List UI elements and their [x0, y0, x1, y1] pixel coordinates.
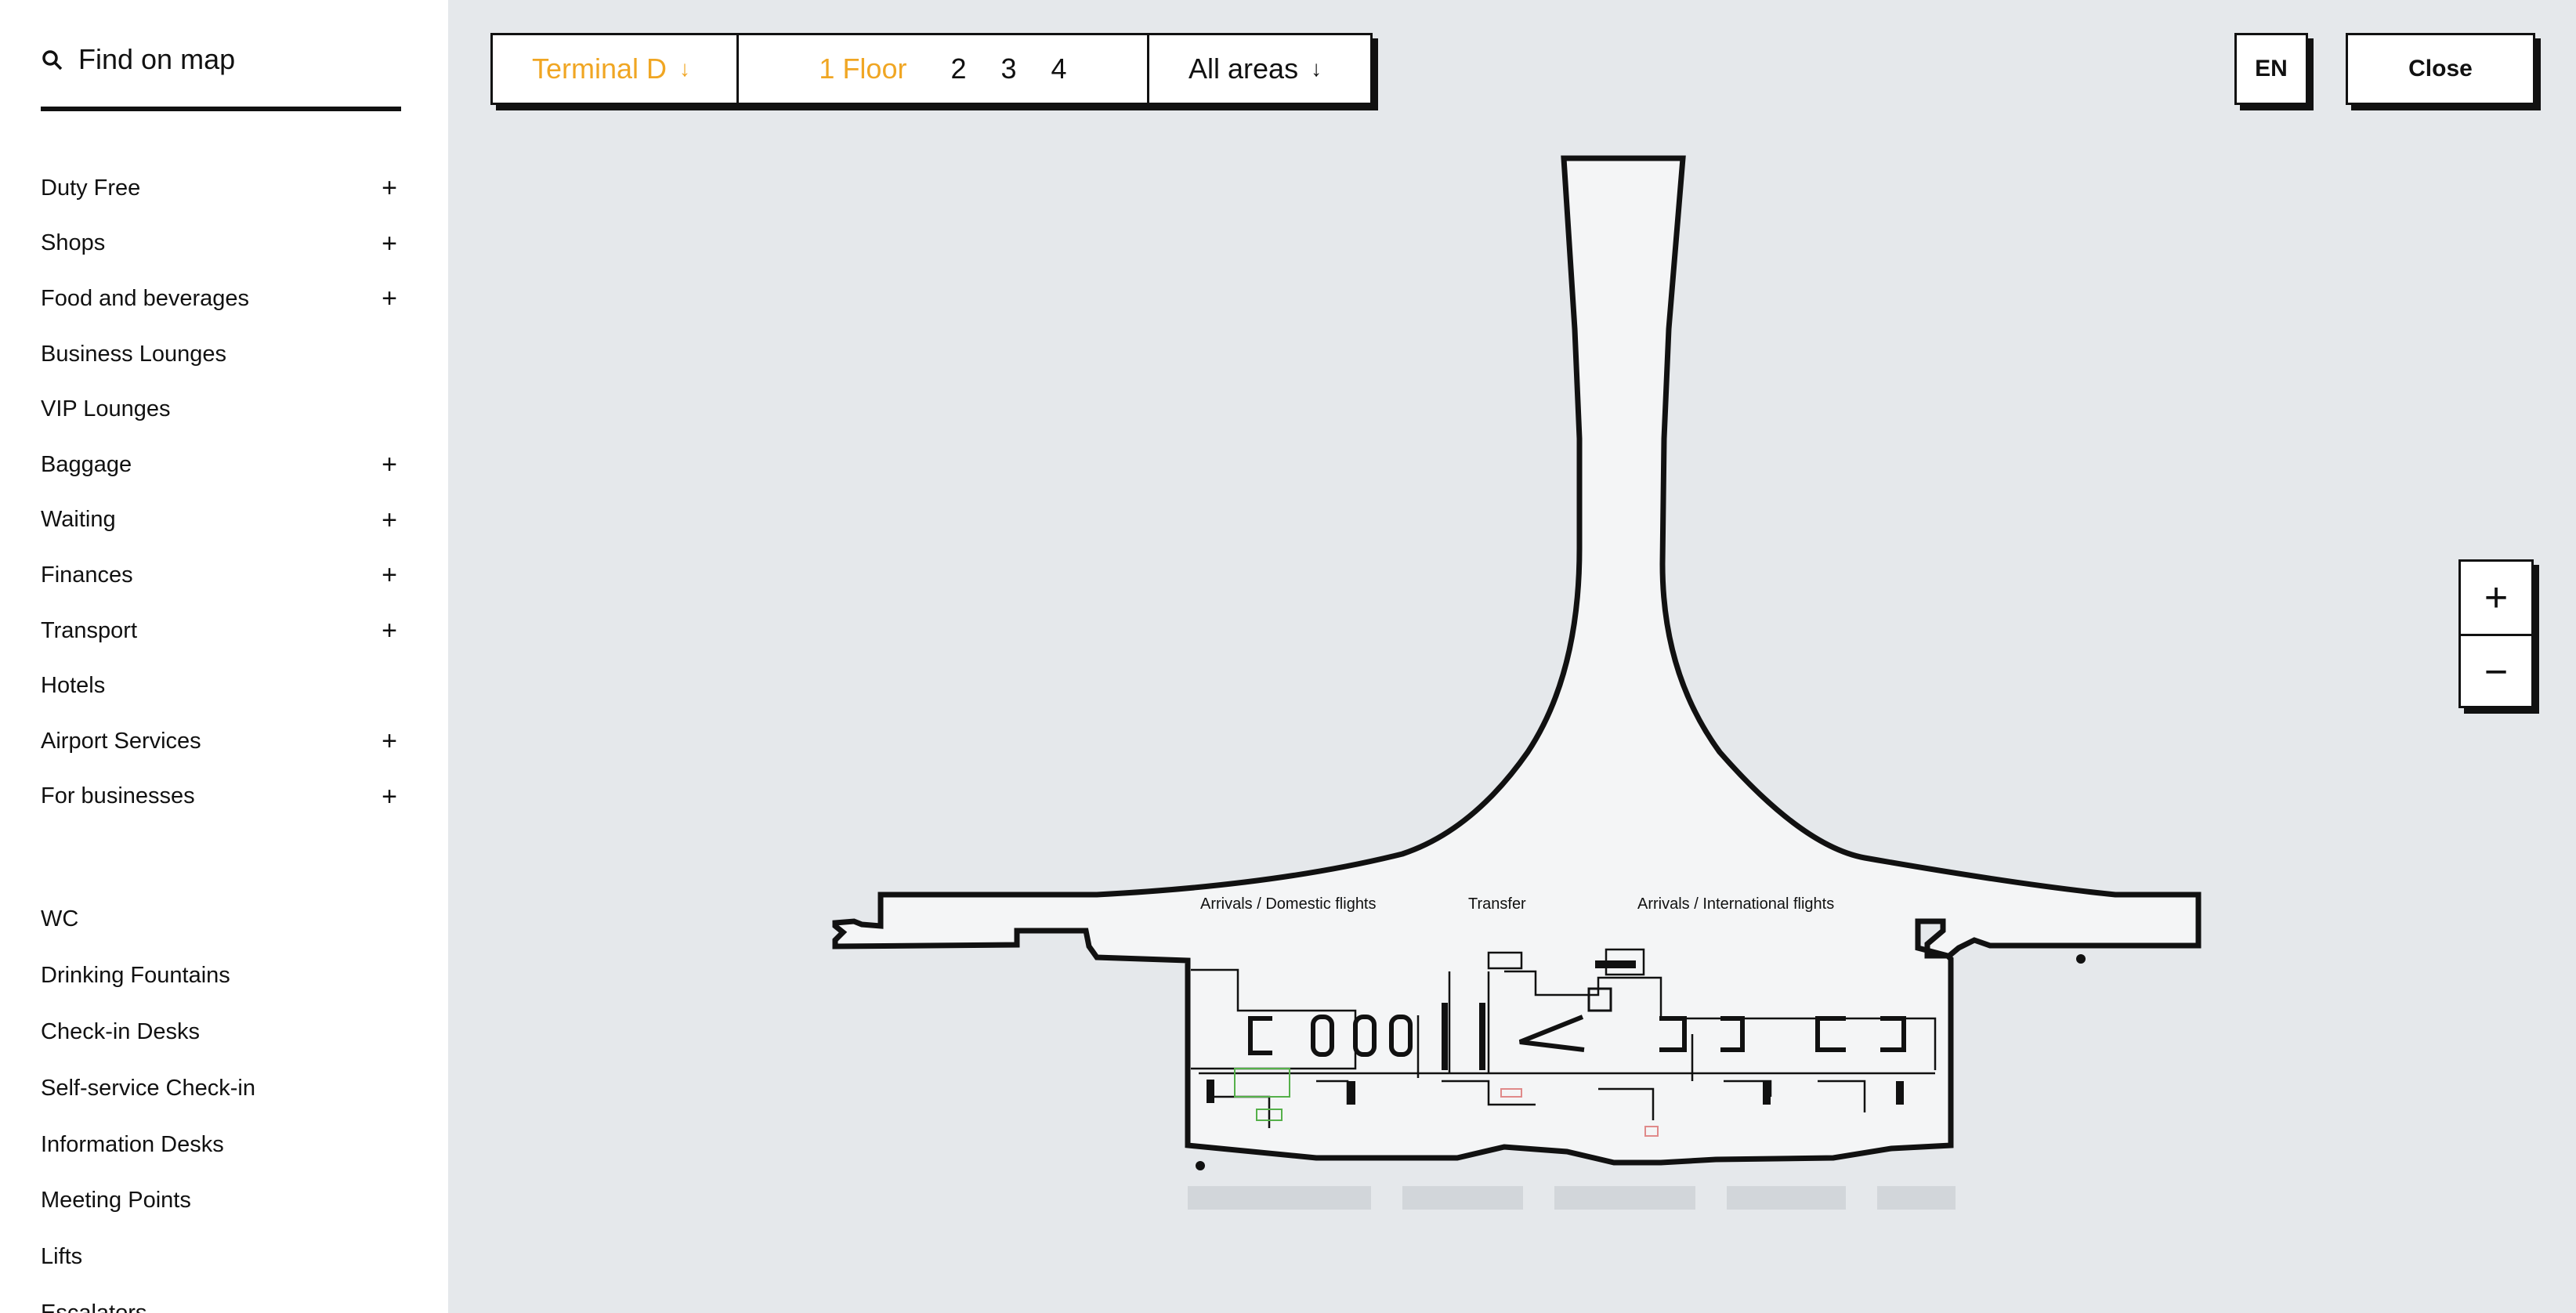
facility-label: Lifts: [41, 1244, 83, 1270]
category-list: Duty Free + Shops + Food and beverages + Busin…: [41, 161, 401, 824]
map-equipment-marks: [1196, 954, 2086, 1170]
plus-icon[interactable]: +: [378, 728, 401, 754]
category-shops[interactable]: Shops +: [41, 216, 401, 272]
terminal-selector[interactable]: Terminal D ↓: [493, 35, 739, 103]
category-label: Finances: [41, 562, 133, 588]
floor-1-tab[interactable]: 1 Floor: [819, 52, 906, 85]
facility-check-in-desks[interactable]: Check-in Desks: [41, 1004, 401, 1061]
category-business-lounges[interactable]: Business Lounges: [41, 327, 401, 382]
plus-icon[interactable]: +: [378, 175, 401, 201]
plus-icon[interactable]: +: [378, 507, 401, 534]
language-button[interactable]: EN: [2234, 33, 2308, 105]
sidebar: Find on map Duty Free + Shops + Food and bev…: [0, 0, 448, 1313]
category-label: Transport: [41, 617, 138, 643]
close-button[interactable]: Close: [2346, 33, 2535, 105]
facility-label: Drinking Fountains: [41, 963, 230, 989]
check-in-islands: [1248, 987, 1906, 1057]
category-label: Waiting: [41, 507, 116, 533]
facility-self-service-check-in[interactable]: Self-service Check-in: [41, 1060, 401, 1116]
category-label: VIP Lounges: [41, 396, 171, 422]
search-label: Find on map: [78, 43, 236, 75]
floor-selector: 1 Floor 2 3 4: [739, 35, 1149, 103]
category-label: Business Lounges: [41, 341, 226, 367]
category-for-businesses[interactable]: For businesses +: [41, 769, 401, 825]
facility-label: Information Desks: [41, 1131, 224, 1157]
facility-label: Check-in Desks: [41, 1018, 201, 1044]
zoom-controls: + −: [2458, 559, 2534, 708]
facility-label: Meeting Points: [41, 1188, 191, 1214]
plus-icon[interactable]: +: [378, 230, 401, 257]
map-toolbar: Terminal D ↓ 1 Floor 2 3 4 All areas ↓: [490, 33, 1373, 105]
floor-3-tab[interactable]: 3: [1001, 52, 1017, 85]
terminal-label: Terminal D: [532, 52, 668, 85]
arrow-down-icon: ↓: [679, 56, 691, 81]
plus-icon[interactable]: +: [378, 451, 401, 478]
category-vip-lounges[interactable]: VIP Lounges: [41, 382, 401, 437]
zoom-in-button[interactable]: +: [2461, 562, 2531, 636]
floor-4-tab[interactable]: 4: [1051, 52, 1067, 85]
area-label-transfer[interactable]: Transfer: [1468, 895, 1526, 913]
plus-icon[interactable]: +: [378, 783, 401, 810]
inner-rooms: [1191, 948, 1937, 1128]
facility-list: WC Drinking Fountains Check-in Desks Self-s…: [41, 892, 401, 1313]
category-airport-services[interactable]: Airport Services +: [41, 714, 401, 769]
facility-label: Escalators: [41, 1300, 147, 1313]
zoom-out-button[interactable]: −: [2461, 636, 2531, 708]
category-label: Hotels: [41, 673, 106, 699]
facility-wc[interactable]: WC: [41, 892, 401, 948]
plus-icon[interactable]: +: [378, 285, 401, 312]
area-label-domestic[interactable]: Arrivals / Domestic flights: [1200, 895, 1377, 913]
search-icon: [42, 50, 63, 71]
plus-icon[interactable]: +: [378, 617, 401, 644]
category-label: Airport Services: [41, 728, 201, 754]
arrow-down-icon: ↓: [1311, 56, 1322, 81]
category-label: For businesses: [41, 783, 195, 809]
plus-icon[interactable]: +: [378, 562, 401, 588]
facility-escalators[interactable]: Escalators: [41, 1286, 401, 1313]
category-transport[interactable]: Transport +: [41, 603, 401, 659]
category-label: Shops: [41, 230, 106, 256]
map-pink-highlights: [1500, 1088, 1659, 1137]
facility-label: WC: [41, 906, 79, 932]
facility-drinking-fountains[interactable]: Drinking Fountains: [41, 948, 401, 1004]
category-finances[interactable]: Finances +: [41, 548, 401, 603]
category-duty-free[interactable]: Duty Free +: [41, 161, 401, 216]
apron-strip: [1188, 1186, 1956, 1210]
category-label: Baggage: [41, 451, 132, 477]
category-label: Food and beverages: [41, 285, 250, 311]
terminal-outline: [832, 155, 2202, 1166]
category-food-and-beverages[interactable]: Food and beverages +: [41, 271, 401, 327]
floor-2-tab[interactable]: 2: [950, 52, 966, 85]
facility-lifts[interactable]: Lifts: [41, 1229, 401, 1286]
search-field[interactable]: Find on map: [41, 34, 401, 111]
facility-information-desks[interactable]: Information Desks: [41, 1116, 401, 1173]
area-label-international[interactable]: Arrivals / International flights: [1637, 895, 1834, 913]
category-waiting[interactable]: Waiting +: [41, 493, 401, 548]
areas-label: All areas: [1189, 52, 1299, 85]
category-baggage[interactable]: Baggage +: [41, 437, 401, 493]
category-hotels[interactable]: Hotels: [41, 658, 401, 714]
category-label: Duty Free: [41, 175, 141, 201]
map-green-highlights: [1234, 1068, 1290, 1121]
areas-selector[interactable]: All areas ↓: [1149, 35, 1370, 103]
facility-label: Self-service Check-in: [41, 1075, 255, 1101]
facility-meeting-points[interactable]: Meeting Points: [41, 1173, 401, 1229]
